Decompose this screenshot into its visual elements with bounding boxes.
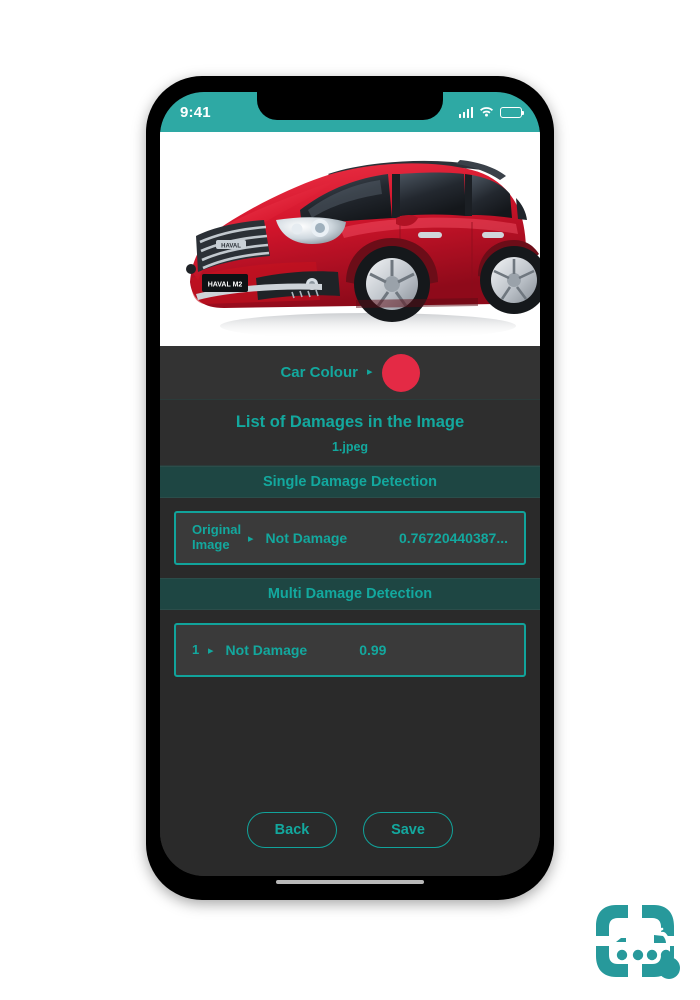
wifi-icon — [479, 104, 494, 121]
multi-damage-result-card[interactable]: 1 ▸ Not Damage 0.99 — [174, 623, 526, 677]
result-confidence-score: 0.76720440387... — [399, 530, 508, 546]
content-body: List of Damages in the Image 1.jpeg Sing… — [160, 400, 540, 876]
back-button[interactable]: Back — [247, 812, 337, 848]
result-class-label: Not Damage — [265, 530, 348, 546]
single-damage-result-card[interactable]: Original Image ▸ Not Damage 0.7672044038… — [174, 511, 526, 565]
home-indicator[interactable] — [276, 880, 424, 884]
result-class-label: Not Damage — [225, 642, 308, 658]
single-damage-section-header: Single Damage Detection — [160, 466, 540, 498]
car-colour-row[interactable]: Car Colour ▸ — [160, 346, 540, 400]
chevron-right-icon: ▸ — [248, 532, 254, 545]
damages-title-block: List of Damages in the Image 1.jpeg — [160, 400, 540, 466]
result-index-label: 1 — [192, 641, 200, 657]
phone-notch — [257, 92, 443, 120]
signal-bars-icon — [458, 106, 473, 118]
car-colour-swatch[interactable] — [381, 353, 420, 392]
car-colour-label: Car Colour — [280, 364, 358, 381]
grille-emblem-text: HAVAL — [221, 243, 241, 249]
car-photo[interactable]: HAVAL HAVAL M2 — [160, 132, 540, 346]
car-crash-scan-logo — [586, 896, 684, 988]
phone-screen: 9:41 HAVAL HAVAL M2 Car Colour ▸ List of… — [160, 92, 540, 876]
chevron-right-icon: ▸ — [366, 366, 373, 378]
multi-damage-section-header: Multi Damage Detection — [160, 578, 540, 610]
status-bar-icons — [458, 104, 525, 121]
save-button[interactable]: Save — [363, 812, 453, 848]
file-name-label: 1.jpeg — [331, 440, 369, 454]
status-bar: 9:41 — [160, 92, 540, 132]
footer-button-bar: Back Save — [160, 812, 540, 876]
page-title: List of Damages in the Image — [235, 413, 465, 431]
license-plate-text: HAVAL M2 — [208, 282, 243, 289]
result-confidence-score: 0.99 — [359, 642, 387, 658]
result-index-label: Original Image — [192, 522, 242, 552]
phone-device-frame: 9:41 HAVAL HAVAL M2 Car Colour ▸ List of… — [146, 76, 554, 900]
battery-full-icon — [500, 106, 525, 118]
chevron-right-icon: ▸ — [208, 644, 214, 657]
status-bar-time: 9:41 — [180, 103, 211, 121]
